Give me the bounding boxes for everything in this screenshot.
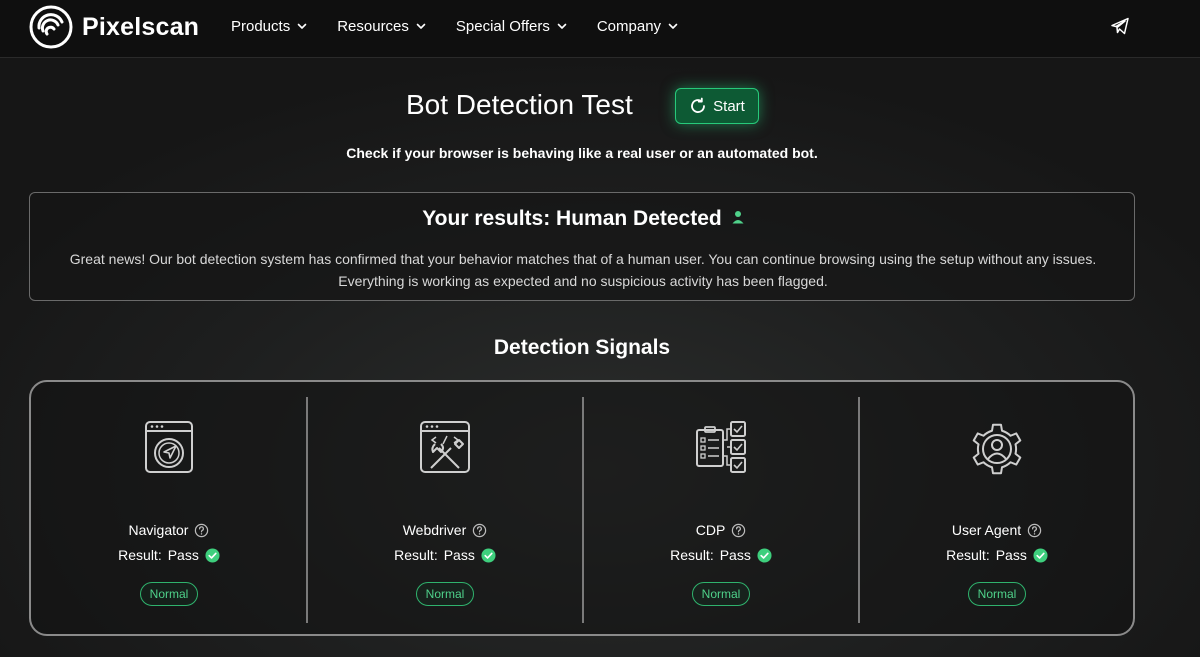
result-value: Pass <box>167 547 199 563</box>
check-circle-icon <box>1033 547 1048 563</box>
help-icon[interactable] <box>472 523 487 538</box>
status-badge: Normal <box>692 582 750 606</box>
navigator-icon <box>145 421 193 473</box>
signal-name-row: CDP <box>583 522 859 538</box>
signal-result-row: Result: Pass <box>583 547 859 563</box>
result-label: Result: <box>394 547 438 563</box>
results-box: Your results: Human Detected Great news!… <box>29 192 1135 301</box>
nav-item-company[interactable]: Company <box>597 18 678 35</box>
start-button-label: Start <box>713 97 745 115</box>
help-icon[interactable] <box>1027 523 1042 538</box>
navbar: Pixelscan Products Resources Special Off… <box>0 0 1200 58</box>
signal-name-row: User Agent <box>859 522 1135 538</box>
signal-card-webdriver: Webdriver Result: Pass Normal <box>307 382 583 638</box>
result-value: Pass <box>443 547 475 563</box>
signal-result-row: Result: Pass <box>859 547 1135 563</box>
status-badge: Normal <box>968 582 1026 606</box>
telegram-icon[interactable] <box>1110 16 1130 36</box>
signal-name-row: Webdriver <box>307 522 583 538</box>
signal-name: User Agent <box>951 522 1022 538</box>
signals-panel: Navigator Result: Pass Normal Webdriver … <box>29 380 1135 636</box>
check-circle-icon <box>757 547 772 563</box>
result-label: Result: <box>670 547 714 563</box>
signal-name: Navigator <box>128 522 189 538</box>
nav-item-resources[interactable]: Resources <box>337 18 426 35</box>
chevron-down-icon <box>416 23 426 29</box>
signals-title: Detection Signals <box>493 336 671 359</box>
signal-card-user-agent: User Agent Result: Pass Normal <box>859 382 1135 638</box>
nav-item-label: Special Offers <box>455 17 550 35</box>
status-badge: Normal <box>416 582 474 606</box>
nav-menu: Products Resources Special Offers Compan… <box>231 0 708 52</box>
signal-result-row: Result: Pass <box>31 547 307 563</box>
page-subtitle: Check if your browser is behaving like a… <box>346 145 818 161</box>
nav-item-label: Products <box>231 17 291 35</box>
result-value: Pass <box>995 547 1027 563</box>
nav-item-label: Resources <box>337 17 409 35</box>
signal-card-navigator: Navigator Result: Pass Normal <box>31 382 307 638</box>
signal-card-cdp: CDP Result: Pass Normal <box>583 382 859 638</box>
help-icon[interactable] <box>731 523 746 538</box>
results-title-text: Your results: Human Detected <box>422 207 722 230</box>
cdp-icon <box>696 421 746 473</box>
signal-name: Webdriver <box>402 522 467 538</box>
logo[interactable]: Pixelscan <box>28 4 199 50</box>
check-circle-icon <box>481 547 496 563</box>
signal-name: CDP <box>695 522 726 538</box>
nav-item-special-offers[interactable]: Special Offers <box>456 18 567 35</box>
brand-name: Pixelscan <box>82 12 200 41</box>
signal-name-row: Navigator <box>31 522 307 538</box>
user-icon <box>732 211 744 224</box>
chevron-down-icon <box>297 23 307 29</box>
pixelscan-logo-icon <box>29 5 73 49</box>
results-description: Great news! Our bot detection system has… <box>69 251 1097 289</box>
result-value: Pass <box>719 547 751 563</box>
webdriver-icon <box>420 421 470 473</box>
status-badge: Normal <box>140 582 198 606</box>
check-circle-icon <box>205 547 220 563</box>
refresh-icon <box>691 97 706 113</box>
help-icon[interactable] <box>194 523 209 538</box>
start-button[interactable]: Start <box>675 88 759 124</box>
nav-item-products[interactable]: Products <box>231 18 307 35</box>
chevron-down-icon <box>668 23 678 29</box>
result-label: Result: <box>946 547 990 563</box>
nav-item-label: Company <box>596 17 662 35</box>
page-title: Bot Detection Test <box>406 89 633 120</box>
result-label: Result: <box>118 547 162 563</box>
signal-result-row: Result: Pass <box>307 547 583 563</box>
chevron-down-icon <box>557 23 567 29</box>
user-agent-icon <box>972 423 1022 475</box>
results-title: Your results: Human Detected <box>30 207 1136 231</box>
